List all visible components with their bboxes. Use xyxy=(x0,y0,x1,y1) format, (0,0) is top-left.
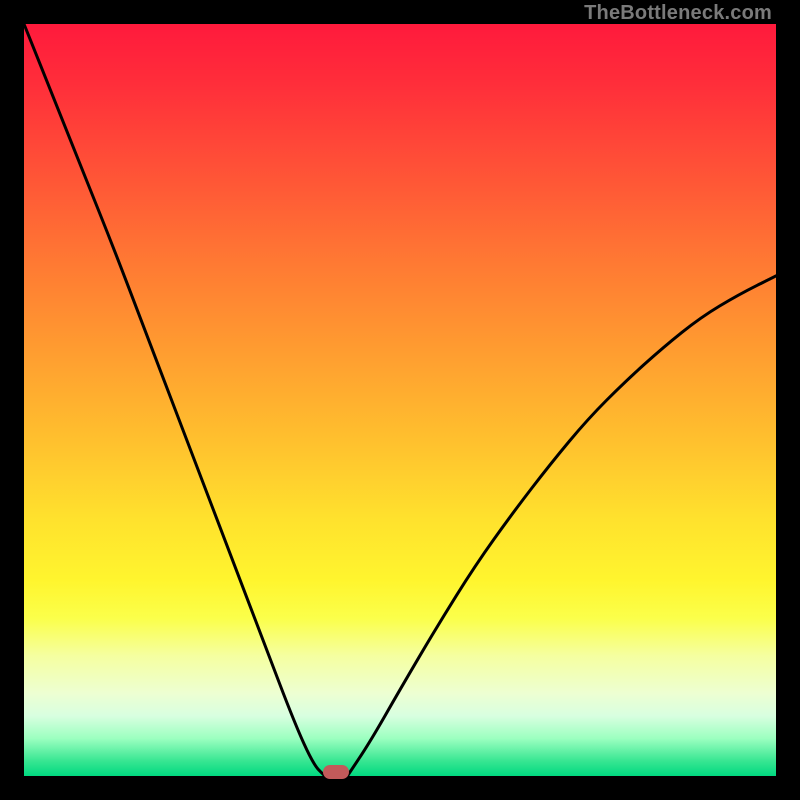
optimum-marker xyxy=(323,765,349,779)
bottleneck-curve xyxy=(24,24,776,776)
chart-frame: TheBottleneck.com xyxy=(0,0,800,800)
plot-area xyxy=(24,24,776,776)
curve-path xyxy=(24,24,776,776)
watermark-label: TheBottleneck.com xyxy=(584,2,772,25)
